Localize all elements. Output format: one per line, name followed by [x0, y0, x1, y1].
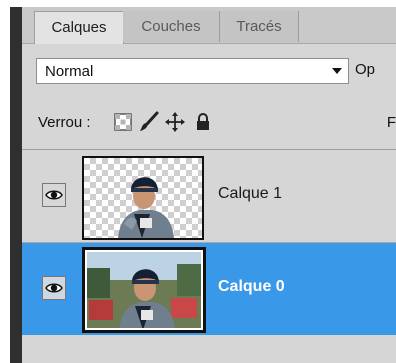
empty-layer-area [22, 336, 396, 363]
layer-row-calque-1[interactable]: Calque 1 [22, 150, 396, 243]
lock-position-icon[interactable] [164, 111, 186, 133]
tab-paths[interactable]: Tracés [220, 11, 299, 42]
opacity-label: Op [355, 61, 376, 78]
layer-name[interactable]: Calque 0 [218, 278, 285, 296]
panel-edge [10, 7, 22, 363]
fill-label: F [386, 114, 396, 131]
eye-icon [45, 190, 63, 200]
tab-layers[interactable]: Calques [34, 11, 124, 45]
background-photo [85, 250, 203, 330]
layer-thumbnail[interactable] [82, 247, 206, 333]
blend-mode-value: Normal [45, 63, 94, 80]
lock-transparent-pixels-icon[interactable] [112, 111, 134, 133]
layers-panel: Calques Couches Tracés Normal Op Verrou … [10, 7, 396, 363]
layer-row-calque-0[interactable]: Calque 0 [22, 243, 396, 335]
chevron-down-icon[interactable] [332, 68, 342, 74]
lock-image-pixels-icon[interactable] [138, 111, 160, 133]
visibility-toggle[interactable] [42, 276, 66, 300]
layer-thumbnail[interactable] [82, 156, 204, 240]
blend-row: Normal Op [22, 44, 396, 96]
visibility-toggle[interactable] [42, 183, 66, 207]
eye-icon [45, 283, 63, 293]
lock-row: Verrou : F [22, 97, 396, 150]
layer-name[interactable]: Calque 1 [218, 185, 282, 203]
panel-tab-bar: Calques Couches Tracés [22, 7, 396, 45]
tab-channels[interactable]: Couches [123, 11, 220, 42]
lock-label: Verrou : [38, 114, 91, 131]
blend-mode-select[interactable]: Normal [36, 58, 349, 84]
person-photo-cutout [118, 177, 174, 238]
lock-all-icon[interactable] [192, 111, 214, 133]
